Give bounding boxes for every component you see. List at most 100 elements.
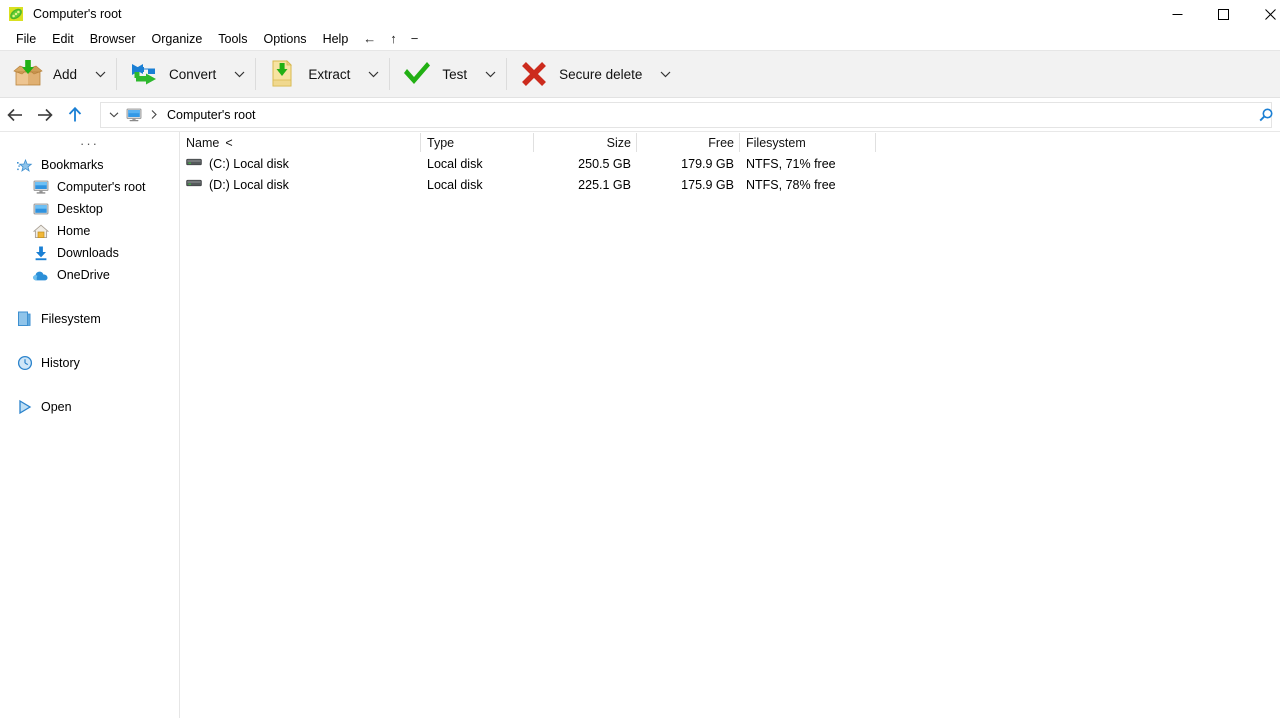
- chevron-down-icon: [485, 70, 496, 78]
- add-dropdown-button[interactable]: [87, 54, 113, 94]
- menu-help[interactable]: Help: [315, 29, 357, 49]
- harddisk-icon: [186, 156, 202, 172]
- menu-minus-icon[interactable]: −: [404, 29, 426, 49]
- sort-indicator-icon: <: [225, 136, 232, 150]
- cell-name[interactable]: (D:) Local disk: [180, 174, 421, 195]
- test-button-label: Test: [442, 67, 467, 82]
- cloud-icon: [32, 267, 49, 284]
- menu-back-arrow-icon[interactable]: ←: [356, 29, 383, 49]
- sidebar-item-home[interactable]: Home: [0, 220, 179, 242]
- column-divider[interactable]: [875, 133, 876, 152]
- sidebar-spacer: [0, 330, 179, 352]
- menu-up-arrow-icon[interactable]: ↑: [383, 29, 404, 49]
- breadcrumb-dropdown-icon[interactable]: [105, 103, 123, 127]
- minimize-icon: [1172, 9, 1183, 20]
- up-button[interactable]: [60, 100, 90, 130]
- column-header-type[interactable]: Type: [421, 132, 534, 153]
- menu-file[interactable]: File: [8, 29, 44, 49]
- close-button[interactable]: [1246, 0, 1280, 28]
- sidebar-overflow-dots[interactable]: ···: [0, 132, 179, 154]
- file-list-header: Name < Type Size Free Filesystem: [180, 132, 1280, 153]
- cell-name-label: (C:) Local disk: [209, 157, 289, 171]
- computer-icon: [32, 179, 49, 196]
- arrow-left-icon: [6, 107, 24, 123]
- menu-options[interactable]: Options: [255, 29, 314, 49]
- toolbar-separator: [506, 58, 507, 90]
- column-header-label: Size: [607, 136, 631, 150]
- sidebar-item-onedrive[interactable]: OneDrive: [0, 264, 179, 286]
- toolbar-group-extract: Extract: [259, 54, 386, 94]
- toolbar-separator: [255, 58, 256, 90]
- breadcrumb-bar[interactable]: Computer's root: [100, 102, 1272, 128]
- star-icon: [16, 157, 33, 174]
- sidebar-item-label: History: [41, 356, 80, 370]
- cell-size: 225.1 GB: [534, 174, 637, 195]
- cell-filesystem: NTFS, 71% free: [740, 153, 876, 174]
- sidebar-item-label: OneDrive: [57, 268, 110, 282]
- test-dropdown-button[interactable]: [477, 54, 503, 94]
- sidebar-spacer: [0, 286, 179, 308]
- cell-filesystem: NTFS, 78% free: [740, 174, 876, 195]
- sidebar-item-label: Desktop: [57, 202, 103, 216]
- table-row[interactable]: (C:) Local disk Local disk 250.5 GB 179.…: [180, 153, 1280, 174]
- address-overflow-icon[interactable]: [1258, 103, 1280, 127]
- sidebar-item-label: Bookmarks: [41, 158, 104, 172]
- table-row[interactable]: (D:) Local disk Local disk 225.1 GB 175.…: [180, 174, 1280, 195]
- menu-browser[interactable]: Browser: [82, 29, 144, 49]
- cell-size: 250.5 GB: [534, 153, 637, 174]
- window-controls: [1154, 0, 1280, 28]
- menu-tools[interactable]: Tools: [210, 29, 255, 49]
- secure-delete-button[interactable]: Secure delete: [510, 54, 652, 94]
- desktop-icon: [32, 201, 49, 218]
- convert-button[interactable]: Convert: [120, 54, 226, 94]
- extract-dropdown-button[interactable]: [360, 54, 386, 94]
- sidebar-item-downloads[interactable]: Downloads: [0, 242, 179, 264]
- test-button[interactable]: Test: [393, 54, 477, 94]
- secure-delete-button-label: Secure delete: [559, 67, 642, 82]
- minimize-button[interactable]: [1154, 0, 1200, 28]
- home-icon: [32, 223, 49, 240]
- download-icon: [32, 245, 49, 262]
- menu-organize[interactable]: Organize: [144, 29, 211, 49]
- computer-icon: [125, 107, 143, 123]
- clock-icon: [16, 355, 33, 372]
- title-bar: Computer's root: [0, 0, 1280, 28]
- maximize-button[interactable]: [1200, 0, 1246, 28]
- close-icon: [1265, 9, 1276, 20]
- window-title: Computer's root: [33, 7, 122, 21]
- sidebar: ··· Bookmarks: [0, 132, 180, 718]
- add-button[interactable]: Add: [4, 54, 87, 94]
- sidebar-item-bookmarks[interactable]: Bookmarks: [0, 154, 179, 176]
- sidebar-item-computers-root[interactable]: Computer's root: [0, 176, 179, 198]
- check-icon: [401, 58, 433, 90]
- cell-name[interactable]: (C:) Local disk: [180, 153, 421, 174]
- back-button[interactable]: [0, 100, 30, 130]
- sidebar-item-history[interactable]: History: [0, 352, 179, 374]
- convert-dropdown-button[interactable]: [226, 54, 252, 94]
- toolbar-group-add: Add: [4, 54, 113, 94]
- extract-button-label: Extract: [308, 67, 350, 82]
- maximize-icon: [1218, 9, 1229, 20]
- breadcrumb-path[interactable]: Computer's root: [167, 108, 256, 122]
- toolbar-separator: [116, 58, 117, 90]
- add-box-icon: [12, 58, 44, 90]
- secure-delete-dropdown-button[interactable]: [652, 54, 678, 94]
- peazip-pea-icon: [8, 6, 24, 22]
- cell-type: Local disk: [421, 174, 534, 195]
- sidebar-item-filesystem[interactable]: Filesystem: [0, 308, 179, 330]
- column-header-free[interactable]: Free: [637, 132, 740, 153]
- cell-name-label: (D:) Local disk: [209, 178, 289, 192]
- extract-button[interactable]: Extract: [259, 54, 360, 94]
- column-header-filesystem[interactable]: Filesystem: [740, 132, 876, 153]
- cell-type: Local disk: [421, 153, 534, 174]
- menu-edit[interactable]: Edit: [44, 29, 82, 49]
- forward-button[interactable]: [30, 100, 60, 130]
- chevron-down-icon: [234, 70, 245, 78]
- sidebar-item-open[interactable]: Open: [0, 396, 179, 418]
- sidebar-item-label: Computer's root: [57, 180, 146, 194]
- toolbar-group-secure-delete: Secure delete: [510, 54, 678, 94]
- x-icon: [518, 58, 550, 90]
- sidebar-item-desktop[interactable]: Desktop: [0, 198, 179, 220]
- column-header-size[interactable]: Size: [534, 132, 637, 153]
- column-header-name[interactable]: Name <: [180, 132, 421, 153]
